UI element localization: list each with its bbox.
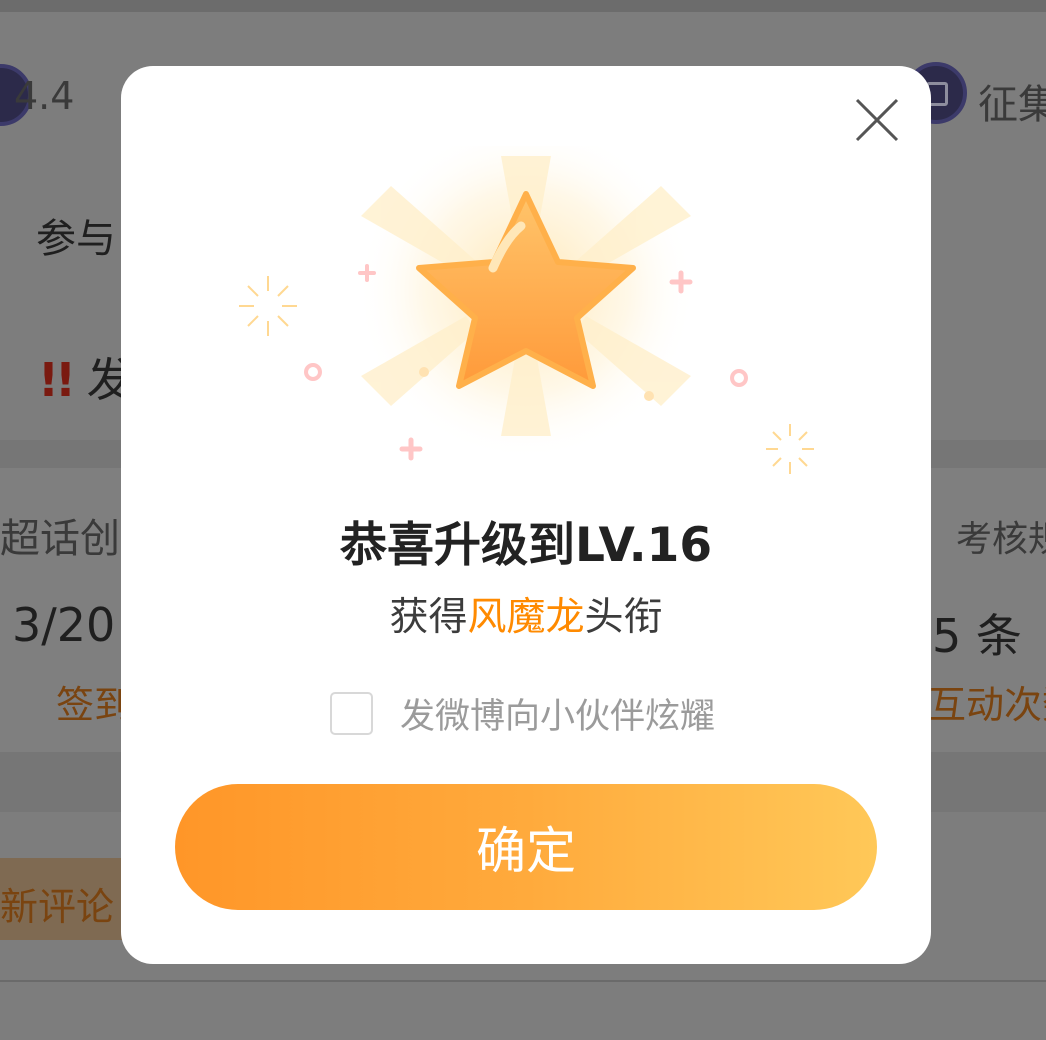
ring-icon [304,363,322,381]
close-icon [855,98,899,142]
dialog-title: 恭喜升级到LV.16 [339,518,713,573]
dialog-subtitle: 获得风魔龙头衔 [121,586,931,642]
close-button[interactable] [847,90,907,150]
share-checkbox[interactable] [330,691,373,735]
dot-icon [644,391,654,401]
share-weibo-option[interactable]: 发微博向小伙伴炫耀 [330,688,715,739]
dot-icon [419,367,429,377]
level-up-dialog: 恭喜升级到LV.16 获得风魔龙头衔 发微博向小伙伴炫耀 确定 [121,66,931,964]
confirm-button[interactable]: 确定 [175,784,877,910]
firework-icon [239,276,297,336]
subtitle-suffix: 头衔 [584,595,663,640]
share-checkbox-label[interactable]: 发微博向小伙伴炫耀 [400,688,715,739]
title-name-highlight: 风魔龙 [467,595,585,640]
ring-icon [730,369,748,387]
modal-overlay: 恭喜升级到LV.16 获得风魔龙头衔 发微博向小伙伴炫耀 确定 [0,0,1046,1040]
level-up-illustration [239,146,814,474]
sparkle-plus-icon [399,437,423,461]
firework-icon [766,424,814,474]
subtitle-prefix: 获得 [389,595,468,640]
